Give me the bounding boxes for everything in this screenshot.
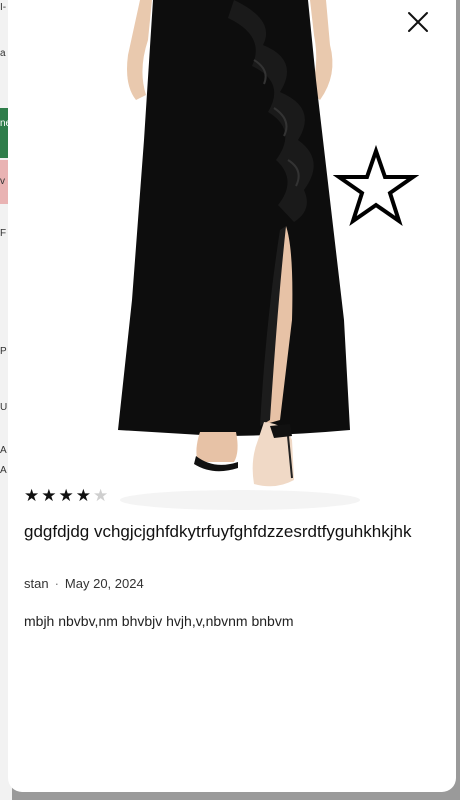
star-outline-icon <box>332 144 420 227</box>
close-button[interactable] <box>402 6 434 38</box>
review-author: stan <box>24 576 49 591</box>
background-text: U <box>0 402 8 413</box>
background-text: I- <box>0 2 7 13</box>
background-text: a <box>0 48 6 59</box>
favorite-button[interactable] <box>332 144 420 231</box>
review-title: gdgfdjdg vchgjcjghfdkytrfuyfghfdzzesrdtf… <box>24 522 412 541</box>
background-text: v <box>0 176 5 187</box>
background-text: P <box>0 346 7 357</box>
star-filled-icon: ★ <box>41 486 57 505</box>
background-text: F <box>0 228 7 239</box>
review-photo <box>8 0 456 520</box>
star-filled-icon: ★ <box>58 486 74 505</box>
background-text: A <box>0 465 7 476</box>
star-rating: ★ ★ ★ ★ ★ <box>24 486 108 506</box>
meta-separator: · <box>54 576 59 591</box>
review-meta: stan · May 20, 2024 <box>24 576 144 591</box>
review-body: mbjh nbvbv,nm bhvbjv hvjh,v,nbvnm bnbvm <box>24 613 294 629</box>
star-filled-icon: ★ <box>75 486 91 505</box>
review-modal: ★ ★ ★ ★ ★ gdgfdjdg vchgjcjghfdkytrfuyfghfdzz… <box>8 0 456 792</box>
star-empty-icon: ★ <box>93 486 109 505</box>
review-date: May 20, 2024 <box>64 576 144 591</box>
background-text: A <box>0 445 7 456</box>
star-filled-icon: ★ <box>24 486 40 505</box>
close-icon <box>408 12 428 32</box>
